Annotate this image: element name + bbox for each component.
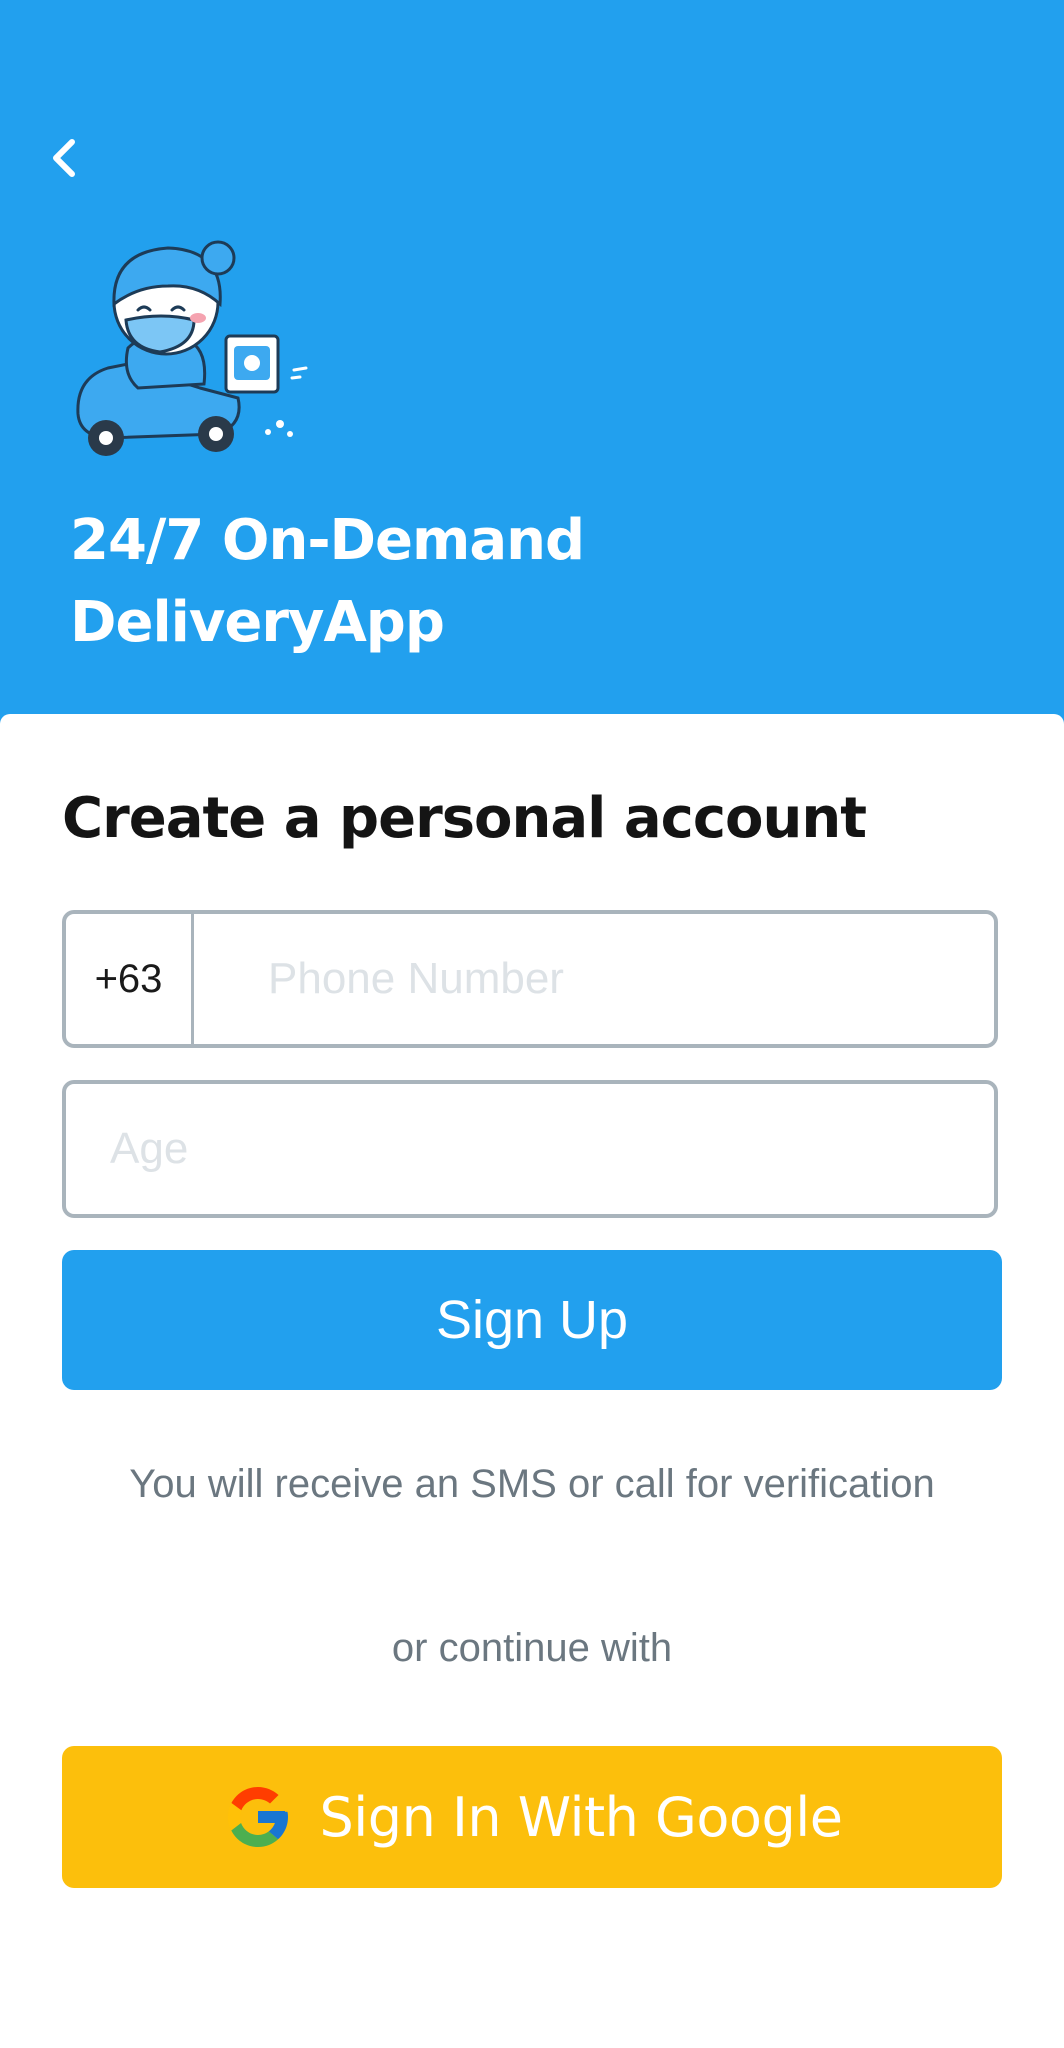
age-field: [62, 1080, 998, 1218]
app-title-line-2: DeliveryApp: [70, 590, 445, 655]
age-input[interactable]: [66, 1084, 994, 1214]
sign-up-button[interactable]: Sign Up: [62, 1250, 1002, 1390]
google-sign-in-label: Sign In With Google: [319, 1785, 843, 1849]
phone-number-input[interactable]: [194, 914, 994, 1044]
or-continue-label: or continue with: [391, 1626, 673, 1670]
verification-note: You will receive an SMS or call for veri…: [129, 1462, 935, 1506]
google-g-icon: [227, 1787, 288, 1847]
app-title: 24/7 On-Demand DeliveryApp: [70, 500, 770, 664]
page-title: Create a personal account: [62, 786, 867, 851]
country-code-selector[interactable]: +63: [66, 914, 194, 1044]
google-sign-in-button[interactable]: Sign In With Google: [62, 1746, 1002, 1888]
app-title-line-1: 24/7 On-Demand: [70, 508, 585, 573]
header-banner: 24/7 On-Demand DeliveryApp: [0, 0, 1064, 730]
back-button[interactable]: [42, 132, 86, 184]
delivery-mascot-illustration: [76, 240, 308, 456]
phone-field: +63: [62, 910, 998, 1048]
chevron-left-icon: [53, 139, 75, 177]
